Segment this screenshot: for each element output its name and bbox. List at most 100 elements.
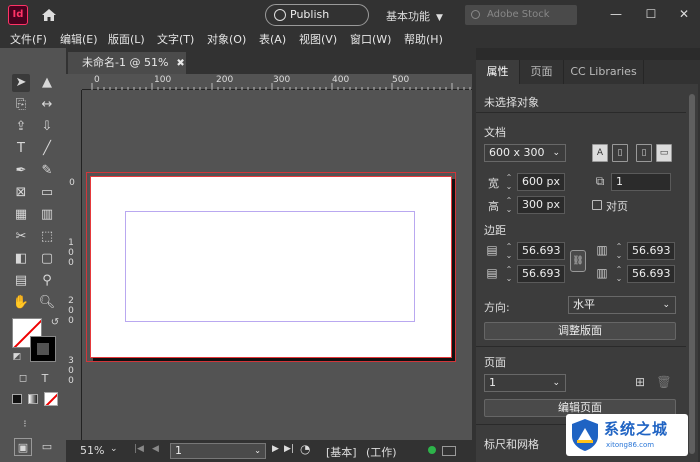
panel-scrollbar[interactable] xyxy=(686,84,698,462)
menu-window[interactable]: 窗口(W) xyxy=(350,31,391,47)
width-field[interactable]: 600 px xyxy=(517,173,565,191)
landscape-icon[interactable]: ▭ xyxy=(656,144,672,162)
swap-colors-icon[interactable]: ↺ xyxy=(46,314,64,332)
rectangle-frame-tool-icon[interactable]: ⊠ xyxy=(12,184,30,202)
width-label: 宽 xyxy=(488,177,499,190)
screen-mode-icon[interactable]: ▭ xyxy=(38,438,56,456)
orientation-select[interactable]: 水平 ⌄ xyxy=(568,296,676,314)
publish-online-button[interactable]: Publish Online xyxy=(265,4,369,41)
prev-page-icon[interactable]: ◀ xyxy=(152,444,159,454)
zoom-tool-icon[interactable]: 🔍︎ xyxy=(38,294,56,312)
menu-file[interactable]: 文件(F) xyxy=(10,31,47,47)
maximize-icon[interactable]: ☐ xyxy=(644,6,658,22)
tab-pages[interactable]: 页面 xyxy=(520,60,564,84)
ruler-origin[interactable] xyxy=(66,74,82,90)
line-tool-icon[interactable]: ╱ xyxy=(38,140,56,158)
menu-view[interactable]: 视图(V) xyxy=(299,31,337,47)
pencil-tool-icon[interactable]: ✎ xyxy=(38,162,56,180)
hand-tool-icon[interactable]: ✋ xyxy=(12,294,30,312)
gradient-feather-tool-icon[interactable]: ▢ xyxy=(38,250,56,268)
document-preset-select[interactable]: 600 x 300 ⌄ xyxy=(484,144,566,162)
page-select[interactable]: 1 ⌄ xyxy=(484,374,566,392)
gap-tool-icon[interactable]: ↔ xyxy=(38,96,56,114)
content-collector-icon[interactable]: ⇪ xyxy=(12,118,30,136)
doc-intent-web-icon[interactable]: ▯ xyxy=(612,144,628,162)
preflight-profile[interactable]: [基本] xyxy=(326,444,357,460)
table-tool-icon[interactable]: ▦ xyxy=(12,206,30,224)
delete-page-icon[interactable]: 🗑︎ xyxy=(656,374,672,392)
stock-search-input[interactable]: Adobe Stock xyxy=(465,5,577,25)
menu-help[interactable]: 帮助(H) xyxy=(404,31,443,47)
tab-cc-libraries[interactable]: CC Libraries xyxy=(564,60,644,84)
margin-left-stepper-icon[interactable]: ⌃ ⌄ xyxy=(613,242,625,260)
first-page-icon[interactable]: |◀ xyxy=(134,444,144,454)
panel-toggle-icon[interactable] xyxy=(442,446,456,456)
margin-right-field[interactable]: 56.693 p xyxy=(627,265,675,283)
zoom-level[interactable]: 51% xyxy=(80,444,104,457)
close-tab-icon[interactable]: ✖ xyxy=(176,58,184,69)
minimize-icon[interactable]: — xyxy=(609,6,623,22)
scrollbar-thumb[interactable] xyxy=(689,94,695,454)
apply-color-icon[interactable] xyxy=(12,394,22,404)
home-icon[interactable] xyxy=(40,6,58,24)
normal-mode-icon[interactable]: ▣ xyxy=(14,438,32,456)
adjust-layout-button[interactable]: 调整版面 xyxy=(484,322,676,340)
next-page-icon[interactable]: ▶ xyxy=(272,444,279,454)
selection-tool-icon[interactable]: ➤ xyxy=(12,74,30,92)
preflight-mode: (工作) xyxy=(366,446,397,459)
panel-tabs: 属性 页面 CC Libraries xyxy=(476,60,686,84)
margin-bottom-stepper-icon[interactable]: ⌃ ⌄ xyxy=(503,265,515,283)
direct-selection-tool-icon[interactable]: ▲ xyxy=(38,74,56,92)
doc-intent-print-icon[interactable]: A xyxy=(592,144,608,162)
height-field[interactable]: 300 px xyxy=(517,196,565,214)
pen-tool-icon[interactable]: ✒ xyxy=(12,162,30,180)
menu-object[interactable]: 对象(O) xyxy=(207,31,246,47)
free-transform-tool-icon[interactable]: ⬚ xyxy=(38,228,56,246)
page-number-field[interactable]: 1 ⌄ xyxy=(170,443,266,459)
watermark-logo: 系统之城 xitong86.com xyxy=(566,414,688,456)
preflight-icon[interactable]: ◔ xyxy=(300,442,310,456)
eyedropper-tool-icon[interactable]: ⚲ xyxy=(38,272,56,290)
content-placer-icon[interactable]: ⇩ xyxy=(38,118,56,136)
default-colors-icon[interactable]: ◩ xyxy=(8,348,26,366)
menu-type[interactable]: 文字(T) xyxy=(157,31,194,47)
margin-top-field[interactable]: 56.693 p xyxy=(517,242,565,260)
menu-table[interactable]: 表(A) xyxy=(259,31,286,47)
margin-right-stepper-icon[interactable]: ⌃ ⌄ xyxy=(613,265,625,283)
margin-left-field[interactable]: 56.693 p xyxy=(627,242,675,260)
height-stepper-icon[interactable]: ⌃ ⌄ xyxy=(503,196,515,214)
grid-tool-icon[interactable]: ▥ xyxy=(38,206,56,224)
menu-layout[interactable]: 版面(L) xyxy=(108,31,145,47)
publish-icon xyxy=(274,9,286,21)
rectangle-tool-icon[interactable]: ▭ xyxy=(38,184,56,202)
zoom-chevron-icon[interactable]: ⌄ xyxy=(110,444,118,454)
apply-gradient-icon[interactable] xyxy=(28,394,38,404)
vertical-ruler[interactable]: 0 100 200 300 xyxy=(66,90,82,440)
pages-count-field[interactable]: 1 xyxy=(611,173,671,191)
formatting-container-icon[interactable]: ◻ xyxy=(14,370,32,388)
menu-edit[interactable]: 编辑(E) xyxy=(60,31,98,47)
add-page-icon[interactable]: ⊞ xyxy=(632,374,648,392)
page-tool-icon[interactable]: ⎘ xyxy=(12,96,30,114)
link-margins-icon[interactable]: ⛓ xyxy=(570,250,586,272)
tab-properties[interactable]: 属性 xyxy=(476,60,520,84)
document-tab[interactable]: 未命名-1 @ 51% ✖ xyxy=(68,52,186,74)
v-tick-label: 100 xyxy=(68,238,74,268)
screen-mode-preview-icon[interactable]: ⁝ xyxy=(16,416,34,434)
margin-top-stepper-icon[interactable]: ⌃ ⌄ xyxy=(503,242,515,260)
horizontal-ruler[interactable]: 0 100 200 300 400 500 xyxy=(82,74,472,90)
formatting-text-icon[interactable]: T xyxy=(36,370,54,388)
width-stepper-icon[interactable]: ⌃ ⌄ xyxy=(503,173,515,191)
apply-none-icon[interactable] xyxy=(44,392,58,406)
portrait-icon[interactable]: ▯ xyxy=(636,144,652,162)
last-page-icon[interactable]: ▶| xyxy=(284,444,294,454)
workspace-switcher[interactable]: 基本功能 ▼ xyxy=(386,8,443,24)
gradient-swatch-tool-icon[interactable]: ◧ xyxy=(12,250,30,268)
close-icon[interactable]: ✕ xyxy=(677,6,691,22)
stroke-swatch[interactable] xyxy=(30,336,56,362)
type-tool-icon[interactable]: T xyxy=(12,140,30,158)
note-tool-icon[interactable]: ▤ xyxy=(12,272,30,290)
facing-pages-checkbox[interactable] xyxy=(592,200,602,210)
margin-bottom-field[interactable]: 56.693 p xyxy=(517,265,565,283)
scissors-tool-icon[interactable]: ✂ xyxy=(12,228,30,246)
